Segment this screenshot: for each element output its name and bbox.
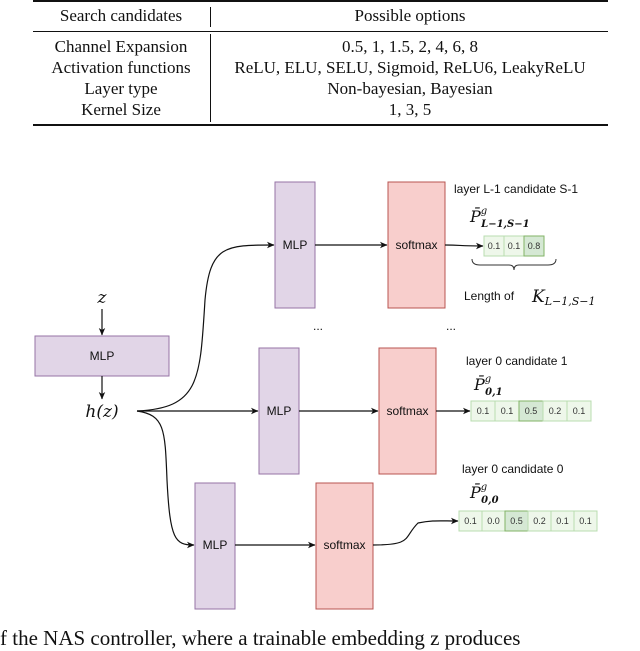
- branch-middle: MLP softmax layer 0 candidate 1 P̄g 0,1 0.1 0.…: [258, 347, 592, 475]
- length-label: Length of: [464, 289, 515, 303]
- branch-bottom: MLP softmax layer 0 candidate 0 P̄g 0,0 0.1 0.…: [194, 462, 598, 610]
- branch-title: layer L-1 candidate S-1: [454, 182, 578, 196]
- length-brace: [471, 258, 557, 271]
- probability-vector-symbol: P̄g L−1,S−1: [469, 205, 530, 230]
- mlp-label: MLP: [283, 238, 308, 252]
- nas-controller-diagram: z MLP h(z) ... ... MLP softmax layer L-1 c…: [34, 181, 598, 610]
- probability-value: 0.1: [501, 406, 514, 416]
- input-z-label: z: [97, 288, 108, 308]
- ellipsis-mlp: ...: [313, 319, 323, 333]
- branch-title: layer 0 candidate 1: [466, 354, 568, 368]
- hz-to-bottom-mlp-connector: [136, 410, 195, 549]
- hz-to-top-mlp-connector: [136, 241, 275, 412]
- softmax-to-probs-arrow: [444, 242, 484, 250]
- probability-vector-symbol: P̄g 0,0: [469, 481, 499, 506]
- branch-top: MLP softmax layer L-1 candidate S-1 P̄g L−1,…: [274, 181, 595, 309]
- probability-value: 0.0: [487, 516, 500, 526]
- softmax-label: softmax: [395, 238, 437, 252]
- hidden-hz-label: h(z): [85, 402, 118, 422]
- mlp-label: MLP: [203, 538, 228, 552]
- ellipsis-softmax: ...: [446, 319, 456, 333]
- probability-value: 0.1: [477, 406, 490, 416]
- probability-value: 0.1: [579, 516, 592, 526]
- mlp-label: MLP: [267, 404, 292, 418]
- probability-vector-symbol: P̄g 0,1: [473, 373, 503, 398]
- probability-value: 0.2: [533, 516, 546, 526]
- probability-value: 0.1: [573, 406, 586, 416]
- branch-title: layer 0 candidate 0: [462, 462, 564, 476]
- probability-value: 0.2: [549, 406, 562, 416]
- probability-value: 0.1: [508, 241, 521, 251]
- probability-value: 0.1: [488, 241, 501, 251]
- probability-value: 0.5: [525, 406, 538, 416]
- softmax-label: softmax: [386, 404, 428, 418]
- embedding-mlp-label: MLP: [90, 349, 115, 363]
- probability-value: 0.1: [556, 516, 569, 526]
- length-symbol: KL−1,S−1: [531, 287, 595, 308]
- probability-value: 0.5: [510, 516, 523, 526]
- softmax-to-probs-arrow: [372, 517, 459, 546]
- probability-value: 0.8: [528, 241, 541, 251]
- figure-caption: f the NAS controller, where a trainable …: [0, 626, 521, 650]
- probability-value: 0.1: [464, 516, 477, 526]
- softmax-label: softmax: [323, 538, 365, 552]
